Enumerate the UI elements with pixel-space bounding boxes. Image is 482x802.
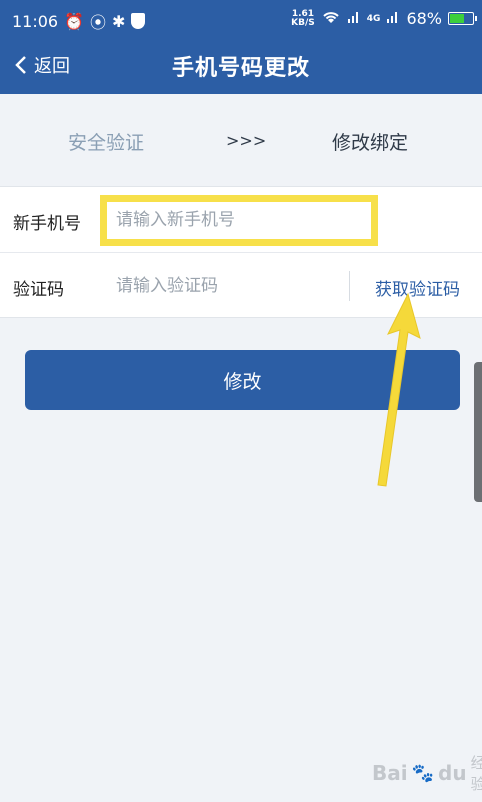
location-icon: ⦿ [90,13,107,32]
verify-code-input[interactable] [116,271,336,301]
battery-percent: 68% [406,9,442,28]
get-code-button[interactable]: 获取验证码 [375,275,460,300]
watermark-brand-suffix: du [438,761,467,785]
signal-icon [347,9,361,28]
new-phone-row: 新手机号 [0,187,482,253]
watermark-site: 经验 [470,754,482,793]
page-title: 手机号码更改 [171,56,310,81]
vertical-divider [349,271,350,301]
bluetooth-icon: ✱ [112,11,126,31]
step-security-verify: 安全验证 [68,132,145,154]
watermark-brand: Bai [372,761,408,785]
status-time: 11:06 [12,11,59,31]
new-phone-label: 新手机号 [13,214,81,234]
side-drag-handle[interactable] [474,362,482,502]
step-separator: >>> [226,131,267,150]
signal-4g-label: 4G [366,13,381,24]
verify-code-row: 验证码 获取验证码 [0,253,482,319]
new-phone-input[interactable] [116,205,366,235]
network-speed: 1.61 KB/S [291,9,315,28]
battery-fill [450,14,464,23]
alarm-icon: ⏰ [64,11,85,31]
paw-icon: 🐾 [411,762,435,784]
battery-icon [448,12,477,25]
network-speed-unit: KB/S [291,17,315,28]
signal-4g-icon [386,9,400,28]
security-shield-icon [131,13,146,29]
watermark-logo: Bai 🐾 du 经验 [372,752,482,794]
wifi-icon [321,9,341,28]
step-change-binding: 修改绑定 [332,132,409,154]
nav-bar: 返回 手机号码更改 [0,38,482,94]
status-left: 11:06 ⏰ ⦿ ✱ [12,9,146,33]
step-indicator: 安全验证 >>> 修改绑定 [0,94,482,186]
phone-change-form: 新手机号 验证码 获取验证码 [0,186,482,318]
status-bar: 11:06 ⏰ ⦿ ✱ 1.61 KB/S 4G 68% [0,0,482,38]
submit-button[interactable]: 修改 [25,350,460,410]
status-right: 1.61 KB/S 4G 68% [291,9,477,28]
verify-code-label: 验证码 [13,280,64,300]
